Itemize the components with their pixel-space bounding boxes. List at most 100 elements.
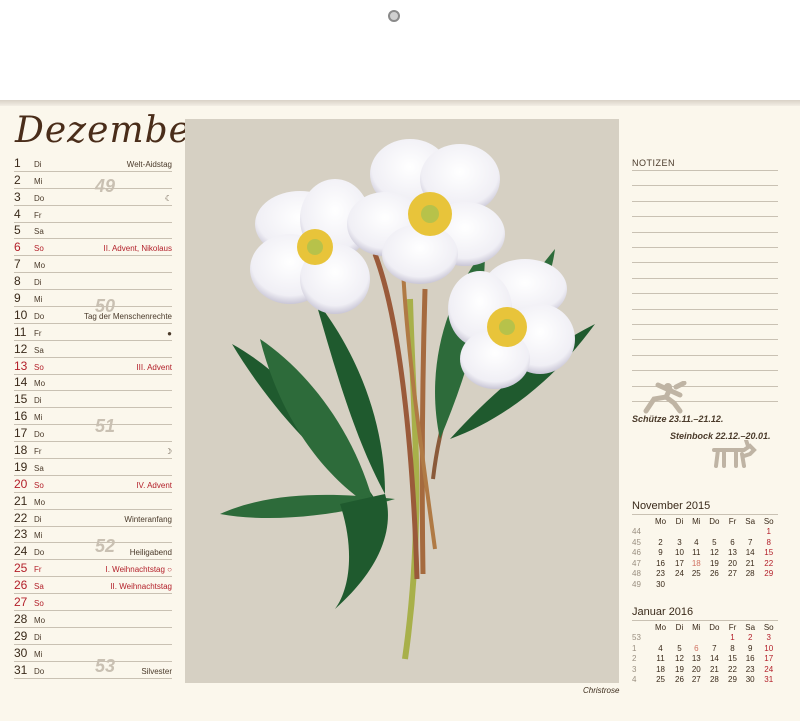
date-cell <box>688 633 705 644</box>
date-cell: 27 <box>691 675 701 685</box>
sagittarius-icon <box>643 381 687 414</box>
day-event: II. Weihnachtstag <box>110 582 172 592</box>
day-row: 6 So II. Advent, Nikolaus <box>14 239 172 257</box>
date-cell <box>741 527 760 538</box>
note-line[interactable] <box>632 308 778 310</box>
week-number: 49 <box>632 579 641 589</box>
date-cell: 20 <box>728 558 737 568</box>
day-row: 30 Mi <box>14 645 172 662</box>
day-row: 1 Di Welt-Aidstag <box>14 155 172 172</box>
date-cell: 28 <box>745 569 755 579</box>
mini-calendar-jan: Mo Di Mi Do Fr Sa So 53 1 2 3 1 4 5 6 7 8 9 10 2 11 12 13 14 15 1… <box>632 622 778 685</box>
date-cell: 24 <box>764 664 774 674</box>
date-cell <box>671 579 688 590</box>
week-number: 47 <box>632 558 641 568</box>
date-cell: 29 <box>764 569 774 579</box>
date-cell <box>650 527 671 538</box>
weekday: Mo <box>34 379 46 389</box>
date-cell <box>671 527 688 538</box>
weekday-header: So <box>763 516 774 526</box>
week-number: 49 <box>95 176 116 196</box>
date-cell <box>688 527 705 538</box>
week-number: 51 <box>95 416 116 436</box>
day-number: 10 <box>14 307 28 322</box>
day-event: Heiligabend <box>129 548 172 558</box>
date-cell: 16 <box>656 558 665 568</box>
week-number: 2 <box>632 654 637 664</box>
weekday: So <box>34 599 44 609</box>
date-cell: 20 <box>691 664 701 674</box>
note-line[interactable] <box>632 231 778 233</box>
weekday: Mi <box>34 649 43 659</box>
capricorn-icon <box>712 440 757 468</box>
day-number: 22 <box>14 510 28 525</box>
date-cell <box>671 633 688 644</box>
week-row: 3 18 19 20 21 22 23 24 <box>632 664 778 675</box>
note-line[interactable] <box>632 200 778 202</box>
day-number: 18 <box>14 443 28 458</box>
week-row: 53 1 2 3 <box>632 633 778 644</box>
day-number: 26 <box>14 578 28 593</box>
day-number: 20 <box>14 476 28 491</box>
note-line[interactable] <box>632 370 778 372</box>
day-number: 12 <box>14 341 28 356</box>
date-cell: 29 <box>728 675 737 685</box>
date-cell: 21 <box>745 558 755 568</box>
date-cell <box>724 527 741 538</box>
date-cell: 8 <box>730 643 735 653</box>
note-line[interactable] <box>632 339 778 341</box>
day-number: 8 <box>14 274 21 289</box>
day-number: 6 <box>14 240 21 255</box>
note-line[interactable] <box>632 354 778 356</box>
weekday: So <box>34 480 44 490</box>
weekday: Sa <box>34 227 44 237</box>
day-event: IV. Advent <box>136 480 172 490</box>
date-cell: 11 <box>656 654 665 664</box>
week-number: 52 <box>95 536 116 556</box>
week-row: 46 9 10 11 12 13 14 15 <box>632 548 778 559</box>
day-row: 5 Sa <box>14 223 172 240</box>
date-cell <box>650 633 671 644</box>
week-number: 48 <box>632 569 641 579</box>
day-row: 26 Sa II. Weihnachtstag <box>14 577 172 595</box>
note-line[interactable] <box>632 216 778 218</box>
zodiac-capricorn: Steinbock 22.12.–20.01. <box>670 431 771 441</box>
note-line[interactable] <box>632 185 778 187</box>
note-line[interactable] <box>632 277 778 279</box>
day-row: 11 Fr ● <box>14 324 172 341</box>
weekday: Fr <box>34 565 42 575</box>
weekday: Fr <box>34 447 42 457</box>
month-title: Dezember <box>15 110 210 151</box>
day-row: 9 Mi <box>14 290 172 308</box>
weekday: Do <box>34 548 45 558</box>
weekday-header: Do <box>709 622 720 632</box>
date-cell: 25 <box>656 675 665 685</box>
weekday-header: Sa <box>745 622 756 632</box>
note-line[interactable] <box>632 262 778 264</box>
day-row: 14 Mo <box>14 375 172 392</box>
day-row: 15 Di <box>14 391 172 409</box>
note-line[interactable] <box>632 247 778 248</box>
weekday: Mo <box>34 497 46 507</box>
week-number: 53 <box>632 633 641 643</box>
date-cell: 22 <box>764 558 774 568</box>
day-row: 21 Mo <box>14 493 172 510</box>
day-event: Winteranfang <box>124 514 172 524</box>
day-row: 24 Do Heiligabend <box>14 543 172 561</box>
weekday: Mo <box>34 615 46 625</box>
weekday-header: Fr <box>728 622 737 632</box>
week-row: 47 16 17 18 19 20 21 22 <box>632 558 778 569</box>
mini-calendar-nov-title: November 2015 <box>632 500 711 512</box>
weekday: Mi <box>34 413 43 423</box>
day-row: 10 Do Tag der Menschenrechte <box>14 307 172 324</box>
note-line[interactable] <box>632 324 778 325</box>
weekday-header: Fr <box>728 516 737 526</box>
note-line[interactable] <box>632 170 778 171</box>
weekday: Di <box>34 632 42 642</box>
note-line[interactable] <box>632 293 778 295</box>
week-row: 1 4 5 6 7 8 9 10 <box>632 643 778 654</box>
date-cell: 26 <box>709 569 719 579</box>
day-event: III. Advent <box>136 362 172 372</box>
date-cell: 5 <box>712 537 717 547</box>
date-cell: 2 <box>747 633 753 643</box>
